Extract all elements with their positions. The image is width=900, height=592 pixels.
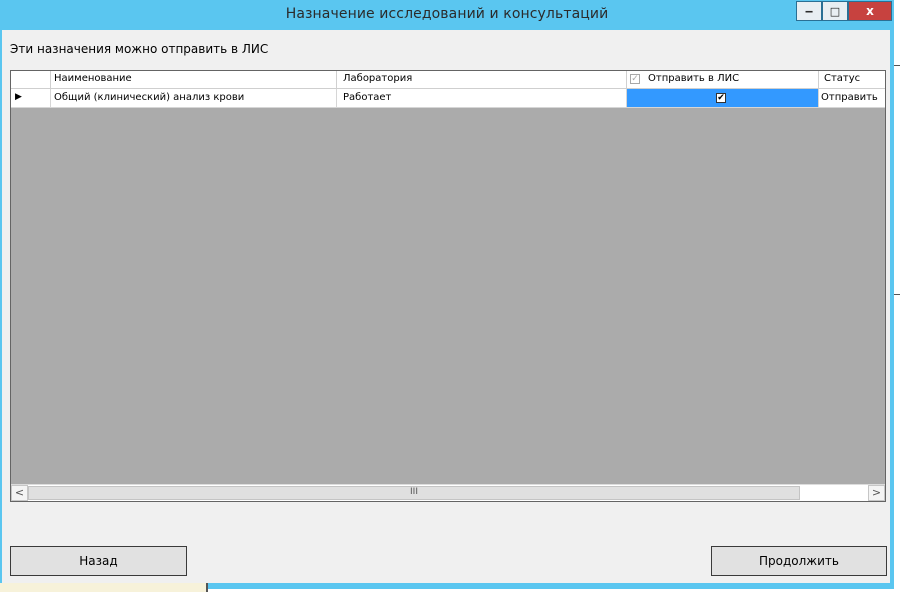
row-header-corner xyxy=(11,71,51,88)
dialog-body: Эти назначения можно отправить в ЛИС Наи… xyxy=(2,30,890,583)
column-header-laboratory[interactable]: Лаборатория xyxy=(337,71,627,88)
horizontal-scrollbar[interactable]: < III > xyxy=(11,484,885,501)
maximize-button[interactable]: □ xyxy=(822,1,848,21)
maximize-icon: □ xyxy=(829,4,841,18)
row-indicator-icon: ▶ xyxy=(11,89,51,107)
close-icon: x xyxy=(866,4,874,18)
cell-laboratory[interactable]: Работает xyxy=(337,89,627,107)
appointments-grid[interactable]: Наименование Лаборатория ✓ Отправить в Л… xyxy=(10,70,886,502)
scroll-thumb[interactable]: III xyxy=(28,486,800,500)
chevron-left-icon: < xyxy=(14,486,25,499)
header-select-all-checkbox[interactable]: ✓ xyxy=(630,74,640,84)
send-to-lis-checkbox[interactable]: ✔ xyxy=(716,93,726,103)
minimize-button[interactable]: ‒ xyxy=(796,1,822,21)
close-button[interactable]: x xyxy=(848,1,892,21)
cell-name[interactable]: Общий (клинический) анализ крови xyxy=(51,89,337,107)
table-row[interactable]: ▶ Общий (клинический) анализ крови Работ… xyxy=(11,89,885,108)
column-header-send-to-lis-label: Отправить в ЛИС xyxy=(648,73,740,84)
column-header-status[interactable]: Статус xyxy=(819,71,885,88)
scroll-right-button[interactable]: > xyxy=(868,485,885,501)
background-divider xyxy=(894,294,900,295)
dialog-window: Назначение исследований и консультаций ‒… xyxy=(0,0,894,589)
grip-icon: III xyxy=(410,487,418,497)
column-header-send-to-lis[interactable]: ✓ Отправить в ЛИС xyxy=(627,71,819,88)
hint-label: Эти назначения можно отправить в ЛИС xyxy=(10,42,269,56)
background-divider xyxy=(894,65,900,66)
chevron-right-icon: > xyxy=(871,486,882,499)
background-panel xyxy=(0,583,208,592)
cell-status[interactable]: Отправить xyxy=(819,89,885,107)
title-bar[interactable]: Назначение исследований и консультаций ‒… xyxy=(0,0,894,30)
back-button[interactable]: Назад xyxy=(10,546,187,576)
grid-header: Наименование Лаборатория ✓ Отправить в Л… xyxy=(11,71,885,89)
minimize-icon: ‒ xyxy=(804,4,814,18)
scroll-left-button[interactable]: < xyxy=(11,485,28,501)
column-header-name[interactable]: Наименование xyxy=(51,71,337,88)
window-title: Назначение исследований и консультаций xyxy=(285,6,609,22)
cell-send-to-lis[interactable]: ✔ xyxy=(627,89,819,107)
continue-button[interactable]: Продолжить xyxy=(711,546,887,576)
